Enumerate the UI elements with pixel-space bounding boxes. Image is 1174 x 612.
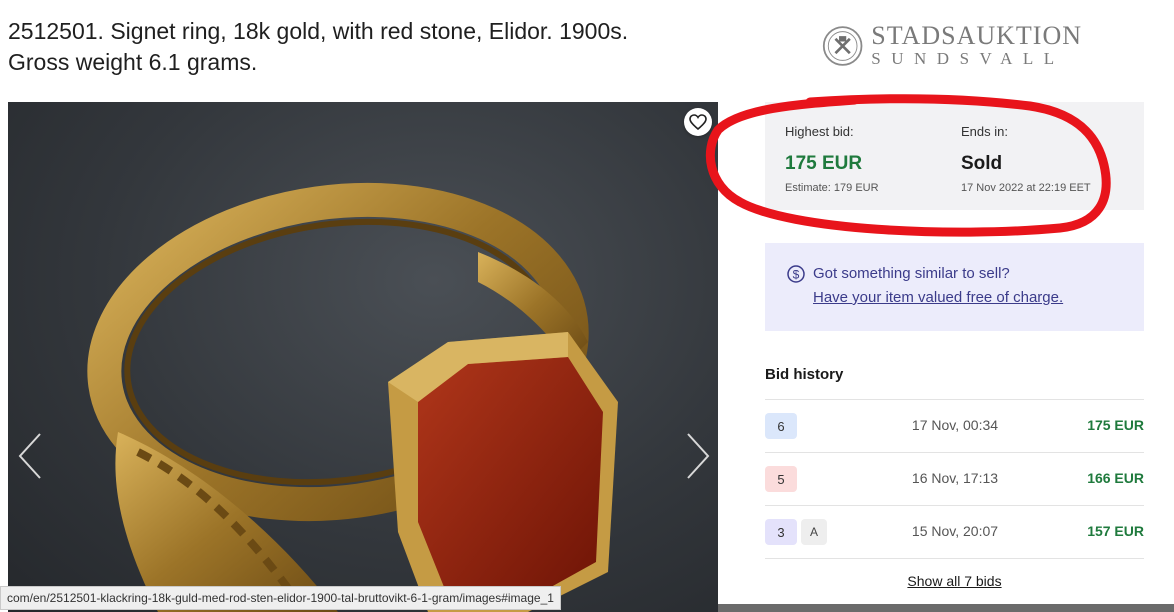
favorite-button[interactable] xyxy=(684,108,712,136)
logo-seal-icon xyxy=(822,26,863,66)
bidder-badge: 5 xyxy=(765,466,797,492)
logo-name: STADSAUKTION xyxy=(871,21,1082,50)
svg-text:$: $ xyxy=(793,268,800,282)
bid-row: 3 A 15 Nov, 20:07 157 EUR xyxy=(765,505,1144,558)
bid-time: 16 Nov, 17:13 xyxy=(911,470,999,486)
bid-row: 5 16 Nov, 17:13 166 EUR xyxy=(765,452,1144,505)
page-bottom-edge xyxy=(718,604,1174,612)
status-url: com/en/2512501-klackring-18k-guld-med-ro… xyxy=(0,586,561,610)
highest-bid-value: 175 EUR xyxy=(785,153,863,174)
sell-promo-panel: $ Got something similar to sell? Have yo… xyxy=(765,243,1144,331)
bid-amount: 175 EUR xyxy=(1087,417,1144,433)
valuation-link[interactable]: Have your item valued free of charge. xyxy=(813,289,1063,306)
ends-in-label: Ends in: xyxy=(961,124,1008,139)
page-title: 2512501. Signet ring, 18k gold, with red… xyxy=(8,16,728,78)
product-image[interactable] xyxy=(8,102,718,612)
title-line-1: 2512501. Signet ring, 18k gold, with red… xyxy=(8,18,629,44)
highest-bid-label: Highest bid: xyxy=(785,124,854,139)
bid-time: 17 Nov, 00:34 xyxy=(911,417,999,433)
bidder-badge: 3 xyxy=(765,519,797,545)
row-divider xyxy=(765,558,1144,559)
dollar-circle-icon: $ xyxy=(787,265,805,283)
bid-time: 15 Nov, 20:07 xyxy=(911,523,999,539)
title-line-2: Gross weight 6.1 grams. xyxy=(8,49,258,75)
estimate-text: Estimate: 179 EUR xyxy=(785,182,879,194)
show-all-bids-link[interactable]: Show all 7 bids xyxy=(765,573,1144,589)
sell-question: Got something similar to sell? xyxy=(813,265,1010,282)
heart-icon xyxy=(689,114,707,130)
logo-city: SUNDSVALL xyxy=(871,49,1065,68)
autobid-tag: A xyxy=(801,519,827,545)
bidder-badge: 6 xyxy=(765,413,797,439)
stadsauktion-logo[interactable]: STADSAUKTION SUNDSVALL xyxy=(822,20,1082,72)
chevron-left-icon[interactable] xyxy=(16,430,46,482)
chevron-right-icon[interactable] xyxy=(682,430,712,482)
signet-ring-illustration xyxy=(87,182,618,612)
bid-summary-panel: Highest bid: 175 EUR Estimate: 179 EUR E… xyxy=(765,102,1144,210)
bid-history-title: Bid history xyxy=(765,366,844,383)
ends-in-value: Sold xyxy=(961,153,1003,174)
bid-amount: 157 EUR xyxy=(1087,523,1144,539)
bid-row: 6 17 Nov, 00:34 175 EUR xyxy=(765,399,1144,452)
bid-amount: 166 EUR xyxy=(1087,470,1144,486)
end-date-text: 17 Nov 2022 at 22:19 EET xyxy=(961,182,1091,194)
